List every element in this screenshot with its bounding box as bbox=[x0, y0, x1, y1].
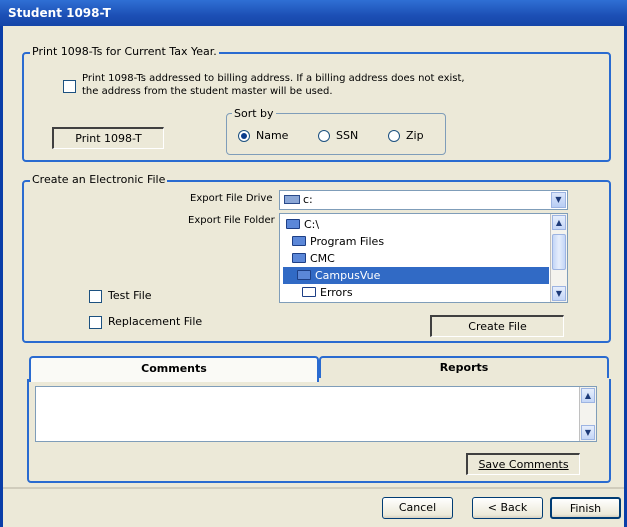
tab-reports[interactable]: Reports bbox=[319, 356, 609, 378]
folder-open-icon bbox=[292, 236, 306, 246]
sort-by-legend: Sort by bbox=[232, 107, 276, 120]
folder-list-scrollbar[interactable]: ▲ ▼ bbox=[550, 214, 567, 302]
replacement-file-checkbox[interactable] bbox=[89, 316, 102, 329]
folder-icon bbox=[302, 287, 316, 297]
folder-item[interactable]: Program Files bbox=[290, 233, 384, 250]
folder-open-icon bbox=[292, 253, 306, 263]
scroll-up-icon[interactable]: ▲ bbox=[581, 388, 595, 403]
replacement-file-label: Replacement File bbox=[108, 315, 203, 328]
export-folder-list[interactable]: C:\ Program Files CMC CampusVue Errors ▲… bbox=[279, 213, 568, 303]
export-drive-value: c: bbox=[303, 193, 313, 206]
billing-checkbox-label-2: the address from the student master will… bbox=[82, 86, 333, 97]
folder-open-icon bbox=[286, 219, 300, 229]
print-1098t-button[interactable]: Print 1098-T bbox=[52, 127, 164, 149]
sort-ssn-label: SSN bbox=[336, 129, 359, 142]
folder-item[interactable]: CMC bbox=[290, 250, 335, 267]
test-file-checkbox[interactable] bbox=[89, 290, 102, 303]
sort-name-label: Name bbox=[256, 129, 289, 142]
scroll-down-icon[interactable]: ▼ bbox=[581, 425, 595, 440]
cancel-button[interactable]: Cancel bbox=[382, 497, 453, 519]
back-button[interactable]: < Back bbox=[472, 497, 543, 519]
billing-address-checkbox[interactable] bbox=[63, 80, 76, 93]
drive-icon bbox=[284, 195, 300, 204]
sort-name-radio[interactable] bbox=[238, 130, 250, 142]
electronic-file-legend: Create an Electronic File bbox=[30, 173, 168, 186]
scroll-thumb[interactable] bbox=[552, 234, 566, 270]
chevron-down-icon[interactable]: ▼ bbox=[551, 192, 566, 208]
folder-open-icon bbox=[297, 270, 311, 280]
export-drive-combo[interactable]: c: ▼ bbox=[279, 190, 568, 210]
folder-item-selected[interactable]: CampusVue bbox=[283, 267, 549, 284]
scroll-up-icon[interactable]: ▲ bbox=[552, 215, 566, 230]
sort-ssn-radio[interactable] bbox=[318, 130, 330, 142]
folder-item[interactable]: C:\ bbox=[284, 216, 319, 233]
title-bar: Student 1098-T bbox=[0, 0, 627, 26]
scroll-down-icon[interactable]: ▼ bbox=[552, 286, 566, 301]
create-file-button[interactable]: Create File bbox=[430, 315, 564, 337]
finish-button[interactable]: Finish bbox=[550, 497, 621, 519]
export-folder-label: Export File Folder bbox=[188, 215, 275, 226]
comments-textarea[interactable]: ▲ ▼ bbox=[35, 386, 597, 442]
billing-checkbox-label-1: Print 1098-Ts addressed to billing addre… bbox=[82, 73, 465, 84]
sort-zip-label: Zip bbox=[406, 129, 424, 142]
print-group-legend: Print 1098-Ts for Current Tax Year. bbox=[30, 45, 219, 58]
footer-divider bbox=[3, 487, 624, 489]
comments-scrollbar[interactable]: ▲ ▼ bbox=[579, 387, 596, 441]
sort-zip-radio[interactable] bbox=[388, 130, 400, 142]
test-file-label: Test File bbox=[108, 289, 152, 302]
folder-item[interactable]: Errors bbox=[300, 284, 353, 301]
window-title: Student 1098-T bbox=[8, 6, 111, 20]
export-drive-label: Export File Drive bbox=[190, 193, 273, 204]
save-comments-button[interactable]: Save Comments bbox=[466, 453, 580, 475]
